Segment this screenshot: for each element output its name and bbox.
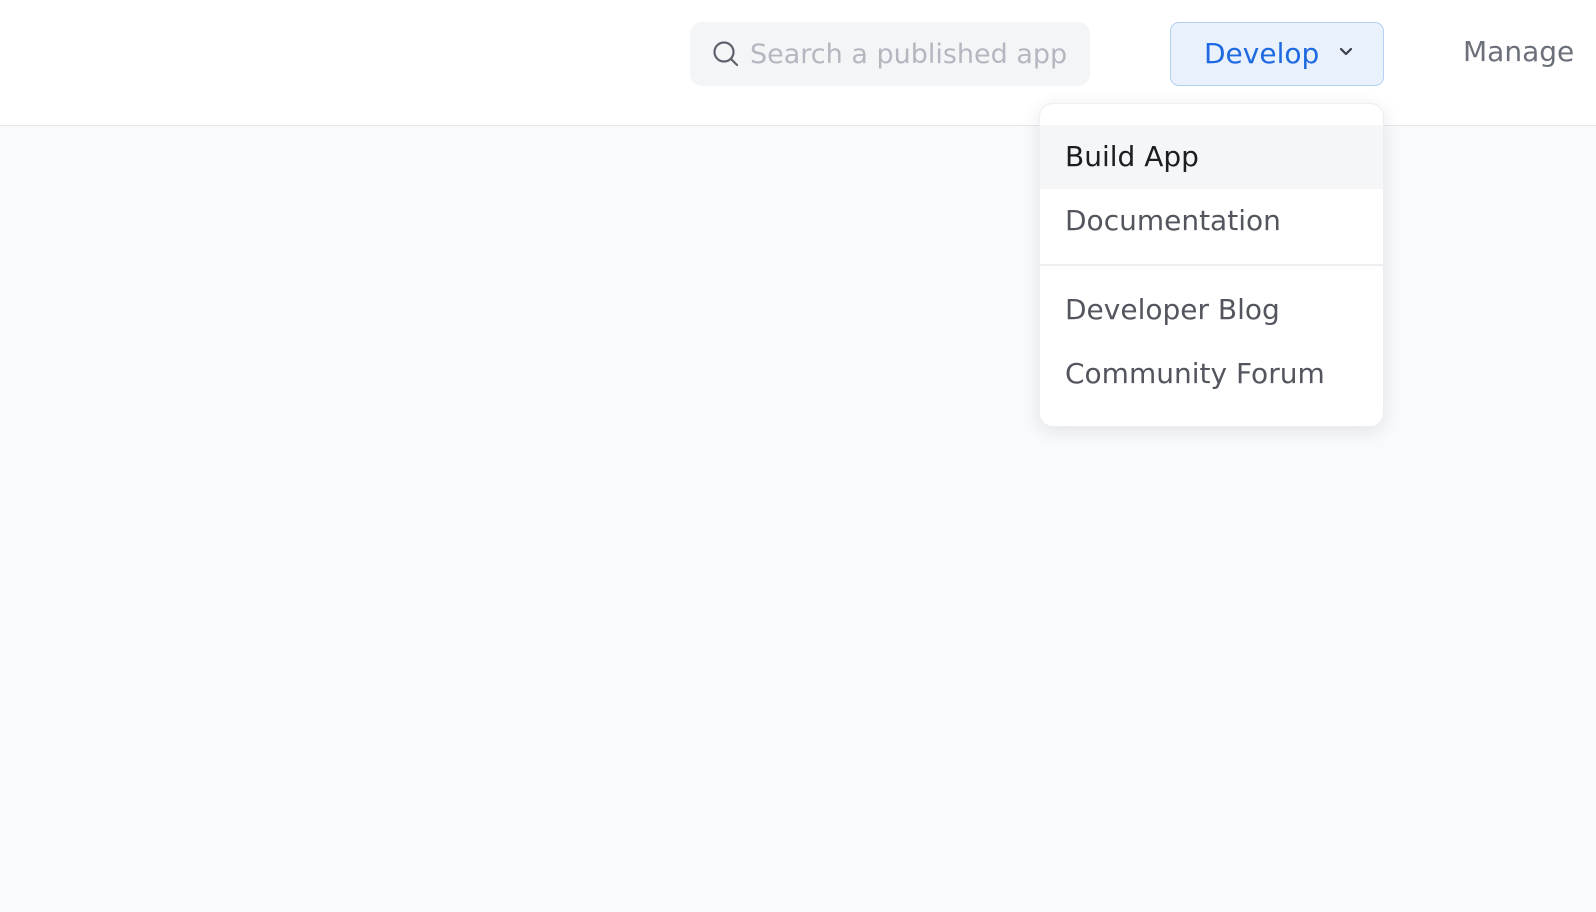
search-icon — [713, 41, 739, 67]
menu-item-community-forum[interactable]: Community Forum — [1040, 342, 1383, 406]
manage-link[interactable]: Manage — [1463, 22, 1574, 82]
chevron-down-icon — [1339, 47, 1353, 56]
develop-dropdown-menu: Build App Documentation Developer Blog C… — [1039, 103, 1384, 427]
develop-dropdown-button[interactable]: Develop — [1170, 22, 1384, 86]
search-input[interactable] — [750, 22, 1080, 86]
develop-button-label: Develop — [1204, 37, 1320, 70]
menu-item-documentation[interactable]: Documentation — [1040, 189, 1383, 253]
menu-item-developer-blog[interactable]: Developer Blog — [1040, 278, 1383, 342]
search-box[interactable] — [690, 22, 1090, 86]
menu-divider — [1040, 264, 1383, 266]
menu-item-build-app[interactable]: Build App — [1040, 125, 1383, 189]
